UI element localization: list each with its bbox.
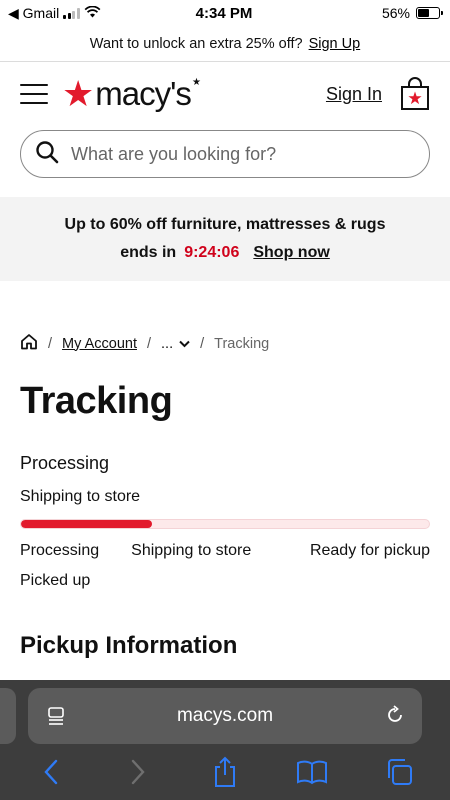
battery-icon (415, 7, 443, 19)
home-icon[interactable] (20, 333, 38, 354)
breadcrumb-separator: / (200, 335, 205, 352)
shop-now-link[interactable]: Shop now (253, 244, 329, 262)
search-input[interactable]: What are you looking for? (20, 130, 430, 178)
back-to-app-link[interactable]: ◀ Gmail (8, 5, 59, 22)
sale-headline: Up to 60% off furniture, mattresses & ru… (64, 216, 386, 233)
forward-icon[interactable] (122, 756, 154, 788)
logo-star-icon: ★ (62, 73, 95, 114)
breadcrumb-current: Tracking (214, 335, 270, 352)
tabs-icon[interactable] (383, 756, 415, 788)
cellular-signal-icon (63, 7, 80, 19)
promo-signup-link[interactable]: Sign Up (309, 36, 361, 52)
breadcrumb: / My Account / ... / Tracking (0, 333, 450, 354)
battery-percent: 56% (381, 5, 410, 21)
tracking-substatus: Shipping to store (20, 488, 141, 505)
shopping-bag-icon[interactable] (400, 77, 430, 111)
search-placeholder: What are you looking for? (71, 143, 277, 164)
menu-icon[interactable] (20, 84, 48, 104)
breadcrumb-separator: / (48, 335, 53, 352)
logo-small-star-icon: ★ (191, 76, 201, 88)
status-right: 56% (290, 5, 443, 21)
step-ready-for-pickup: Ready for pickup (309, 542, 430, 559)
countdown-timer: 9:24:06 (184, 244, 240, 261)
sale-countdown-row: ends in 9:24:06 Shop now (120, 244, 330, 262)
wifi-icon (84, 5, 101, 21)
breadcrumb-my-account[interactable]: My Account (62, 336, 137, 352)
breadcrumb-separator: / (146, 335, 152, 352)
address-bar[interactable]: macys.com (28, 688, 422, 744)
step-picked-up: Picked up (20, 572, 91, 589)
reload-icon[interactable] (384, 704, 406, 731)
site-header: ★ macy's ★ Sign In (0, 62, 450, 126)
tracking-steps: Processing Shipping to store Ready for p… (20, 542, 430, 590)
macys-logo[interactable]: ★ macy's ★ (62, 75, 201, 113)
search-icon (35, 140, 59, 169)
tracking-status-section: Processing Shipping to store Processing … (0, 453, 450, 590)
previous-tab-edge[interactable] (0, 688, 16, 744)
tracking-progress-bar (20, 519, 430, 529)
status-bar: ◀ Gmail 4:34 PM 56% (0, 0, 450, 26)
pickup-information-title: Pickup Information (20, 632, 238, 659)
ends-in-label: ends in (120, 244, 177, 261)
search-container: What are you looking for? (0, 126, 450, 178)
promo-text: Want to unlock an extra 25% off? (89, 35, 303, 52)
back-icon[interactable] (35, 756, 67, 788)
tracking-progress-fill (21, 520, 152, 528)
step-processing: Processing (20, 542, 100, 559)
sale-banner: Up to 60% off furniture, mattresses & ru… (0, 197, 450, 281)
step-shipping-to-store: Shipping to store (131, 542, 252, 559)
share-icon[interactable] (209, 756, 241, 788)
reader-icon[interactable] (46, 706, 66, 731)
bookmarks-icon[interactable] (296, 756, 328, 788)
browser-toolbar (0, 756, 450, 788)
browser-chrome: macys.com (0, 680, 450, 800)
sign-in-link[interactable]: Sign In (326, 84, 382, 105)
clock: 4:34 PM (195, 4, 253, 22)
status-left: ◀ Gmail (8, 5, 158, 22)
header-actions: Sign In (326, 77, 430, 111)
breadcrumb-more-label: ... (161, 335, 174, 352)
logo-text: macy's (95, 75, 192, 112)
breadcrumb-more-dropdown[interactable]: ... (161, 336, 190, 352)
url-text: macys.com (176, 705, 274, 726)
tracking-status: Processing (20, 453, 110, 473)
chevron-down-icon (179, 336, 190, 352)
promo-banner: Want to unlock an extra 25% off? Sign Up (0, 26, 450, 62)
page-title: Tracking (20, 380, 173, 422)
